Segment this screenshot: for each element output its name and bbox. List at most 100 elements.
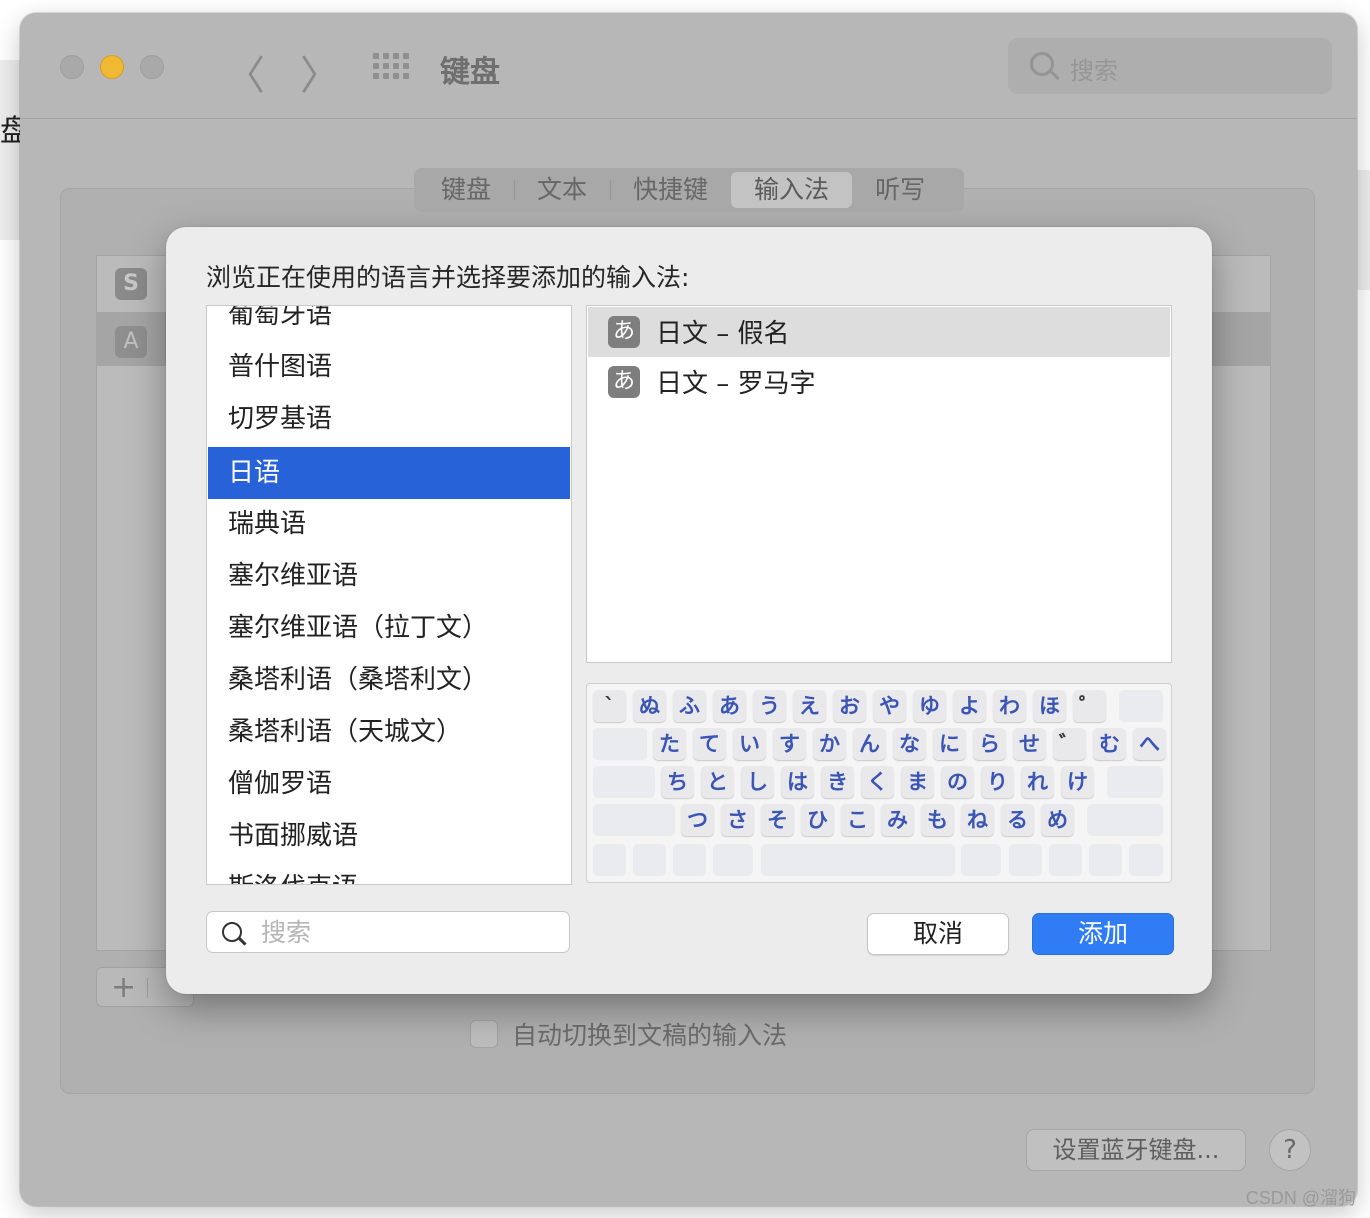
keyboard-key: よ [953,690,986,722]
tab-shortcuts[interactable]: 快捷键 [610,172,731,208]
keyboard-key: さ [721,804,754,836]
language-item[interactable]: 僧伽罗语 [208,758,570,810]
language-item[interactable]: 塞尔维亚语 [208,550,570,602]
add-input-source-sheet: 浏览正在使用的语言并选择要添加的输入法: 葡萄牙语 普什图语 切罗基语 日语 瑞… [166,227,1212,994]
keyboard-key: わ [993,690,1026,722]
input-method-row-romaji[interactable]: あ 日文 – 罗马字 [588,357,1170,407]
keyboard-blank-key [1129,844,1163,876]
keyboard-key: な [893,728,926,760]
keyboard-key: え [793,690,826,722]
language-item[interactable]: 书面挪威语 [208,810,570,862]
language-item[interactable]: 切罗基语 [208,393,570,445]
keyboard-blank-key [1089,844,1122,876]
language-item[interactable]: 桑塔利语（天城文） [208,706,570,758]
zoom-window-button[interactable] [140,55,164,79]
keyboard-key: け [1061,766,1094,798]
search-icon [222,922,242,942]
minimize-window-button[interactable] [100,55,124,79]
keyboard-key: に [933,728,966,760]
keyboard-key: む [1093,728,1126,760]
keyboard-key: き [821,766,854,798]
japanese-input-icon: あ [608,366,640,398]
keyboard-key: や [873,690,906,722]
keyboard-key: ほ [1033,690,1066,722]
keyboard-blank-key [593,804,675,836]
csdn-watermark: CSDN @溜狗 [1245,1188,1356,1208]
keyboard-blank-key [673,844,706,876]
language-item[interactable]: 塞尔维亚语（拉丁文） [208,602,570,654]
keyboard-blank-key [1087,804,1163,836]
keyboard-key: ふ [673,690,706,722]
tab-keyboard[interactable]: 键盘 [418,172,514,208]
add-button[interactable]: 添加 [1032,913,1174,955]
auto-switch-label: 自动切换到文稿的输入法 [512,1021,788,1050]
preferences-search-field[interactable]: 搜索 [1008,38,1332,94]
title-bar: 〈 〉 键盘 搜索 [20,13,1357,119]
keyboard-key: ま [901,766,934,798]
keyboard-blank-key [1107,766,1163,798]
keyboard-key: か [813,728,846,760]
keyboard-blank-key [961,844,1001,876]
keyboard-key: る [1001,804,1034,836]
setup-bluetooth-keyboard-button[interactable]: 设置蓝牙键盘... [1026,1129,1246,1171]
keyboard-key: は [781,766,814,798]
language-item[interactable]: 瑞典语 [208,498,570,550]
keyboard-key: と [701,766,734,798]
keyboard-key: う [753,690,786,722]
cancel-button[interactable]: 取消 [867,913,1009,955]
keyboard-key: ゛ [1053,728,1086,760]
window-title: 键盘 [440,55,500,90]
language-item[interactable]: 桑塔利语（桑塔利文） [208,654,570,706]
auto-switch-option: 自动切换到文稿的输入法 [470,1016,787,1052]
input-method-list[interactable]: あ 日文 – 假名 あ 日文 – 罗马字 [586,305,1172,663]
tab-input-sources[interactable]: 输入法 [731,172,853,208]
keyboard-blank-key [593,728,647,760]
keyboard-blank-key [713,844,753,876]
keyboard-key: り [981,766,1014,798]
search-icon [1030,52,1054,76]
abc-input-icon: A [115,326,147,358]
keyboard-key: お [833,690,866,722]
japanese-input-icon: あ [608,316,640,348]
keyboard-layout-preview: ` ぬふあうえおやゆよわほ゜たていすかんなにらせ゛むへちとしはきくまのりれけつさそ… [586,683,1172,883]
show-all-grid-icon[interactable] [373,53,409,79]
keyboard-key: ぬ [633,690,666,722]
language-item[interactable]: 葡萄牙语 [208,306,570,341]
keyboard-key: み [881,804,914,836]
help-button[interactable]: ? [1269,1129,1311,1171]
close-window-button[interactable] [60,55,84,79]
add-source-button[interactable]: + [111,970,136,1005]
keyboard-blank-key [1119,690,1163,722]
back-icon[interactable]: 〈 [225,43,265,101]
keyboard-blank-key [633,844,666,876]
keyboard-key: あ [713,690,746,722]
keyboard-blank-key [593,766,655,798]
language-search-field[interactable] [206,911,570,953]
keyboard-key: い [733,728,766,760]
auto-switch-checkbox[interactable] [470,1020,498,1048]
keyboard-key: ゜ [1073,690,1106,722]
keyboard-key: し [741,766,774,798]
language-item[interactable]: 斯洛伐克语 [208,862,570,884]
keyboard-key: つ [681,804,714,836]
language-item[interactable]: 普什图语 [208,341,570,393]
keyboard-key: こ [841,804,874,836]
tab-dictation[interactable]: 听写 [852,172,948,208]
input-method-label: 日文 – 罗马字 [656,369,816,399]
keyboard-key: へ [1133,728,1166,760]
sogou-input-icon: S [115,268,147,300]
divider [147,978,148,998]
tab-text[interactable]: 文本 [514,172,610,208]
language-list[interactable]: 葡萄牙语 普什图语 切罗基语 日语 瑞典语 塞尔维亚语 塞尔维亚语（拉丁文） 桑… [206,305,572,885]
forward-icon[interactable]: 〉 [300,43,340,101]
sheet-prompt: 浏览正在使用的语言并选择要添加的输入法: [206,263,690,292]
keyboard-blank-key [761,844,955,876]
input-method-row-kana[interactable]: あ 日文 – 假名 [588,307,1170,357]
language-item-selected[interactable]: 日语 [208,447,570,499]
search-placeholder: 搜索 [1070,57,1118,85]
keyboard-key: そ [761,804,794,836]
keyboard-key: ゆ [913,690,946,722]
keyboard-key: た [653,728,686,760]
input-method-label: 日文 – 假名 [656,319,790,349]
language-search-input[interactable] [261,916,551,948]
